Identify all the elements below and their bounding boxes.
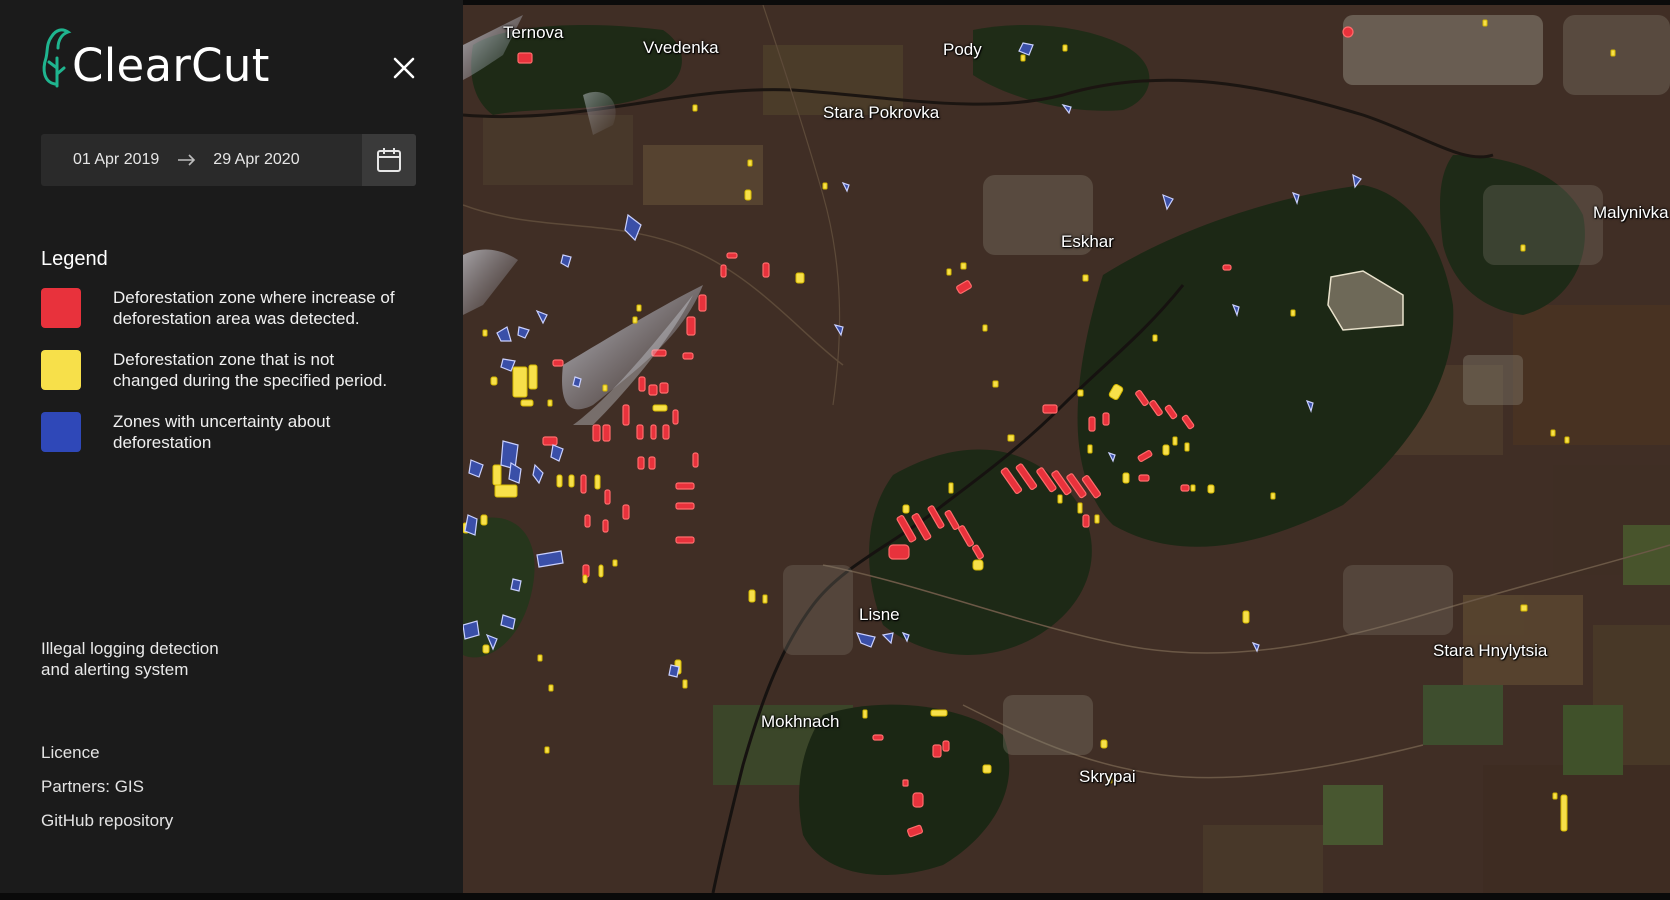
legend-text: Deforestation zone where increase of def… [113, 288, 395, 328]
place-mokhnach: Mokhnach [761, 712, 840, 731]
sidebar: ClearCut 01 Apr 2019 29 Apr 2020 Legend … [0, 0, 463, 893]
place-lisne: Lisne [859, 605, 900, 624]
place-ternova: Ternova [503, 23, 564, 42]
legend-item-unchanged: Deforestation zone that is not changed d… [41, 349, 426, 391]
place-pody: Pody [943, 40, 982, 59]
red-swatch [41, 288, 81, 328]
end-date[interactable]: 29 Apr 2020 [213, 151, 299, 169]
legend-item-increase: Deforestation zone where increase of def… [41, 287, 426, 329]
legend-text: Zones with uncertainty about deforestati… [113, 412, 331, 452]
logo: ClearCut [40, 22, 270, 90]
place-stara-pokrovka: Stara Pokrovka [823, 103, 940, 122]
start-date[interactable]: 01 Apr 2019 [73, 151, 159, 169]
partners-link[interactable]: Partners: GIS [41, 777, 144, 797]
satellite-map[interactable]: Ternova Vvedenka Pody Stara Pokrovka Esk… [463, 5, 1670, 893]
legend-title: Legend [41, 248, 108, 270]
map-canvas[interactable] [463, 5, 1670, 893]
close-icon[interactable] [390, 54, 418, 82]
place-malynivka: Malynivka [1593, 203, 1669, 222]
tagline: Illegal logging detection and alerting s… [41, 639, 219, 679]
calendar-icon [377, 148, 401, 172]
tree-logo-icon [42, 28, 72, 88]
yellow-swatch [41, 350, 81, 390]
bottom-bar [0, 893, 1670, 900]
legend-text: Deforestation zone that is not changed d… [113, 350, 388, 390]
licence-link[interactable]: Licence [41, 743, 100, 763]
place-vvedenka: Vvedenka [643, 38, 719, 57]
place-skrypai: Skrypai [1079, 767, 1136, 786]
place-eskhar: Eskhar [1061, 232, 1114, 251]
github-link[interactable]: GitHub repository [41, 811, 173, 831]
arrow-right-icon [178, 154, 196, 166]
blue-swatch [41, 412, 81, 452]
app-root: ClearCut 01 Apr 2019 29 Apr 2020 Legend … [0, 0, 1670, 900]
app-name: ClearCut [72, 39, 270, 92]
place-stara-hnylytsia: Stara Hnylytsia [1433, 641, 1548, 660]
date-range-picker[interactable]: 01 Apr 2019 29 Apr 2020 [41, 134, 416, 186]
calendar-button[interactable] [362, 134, 416, 186]
legend-item-uncertain: Zones with uncertainty about deforestati… [41, 411, 426, 453]
